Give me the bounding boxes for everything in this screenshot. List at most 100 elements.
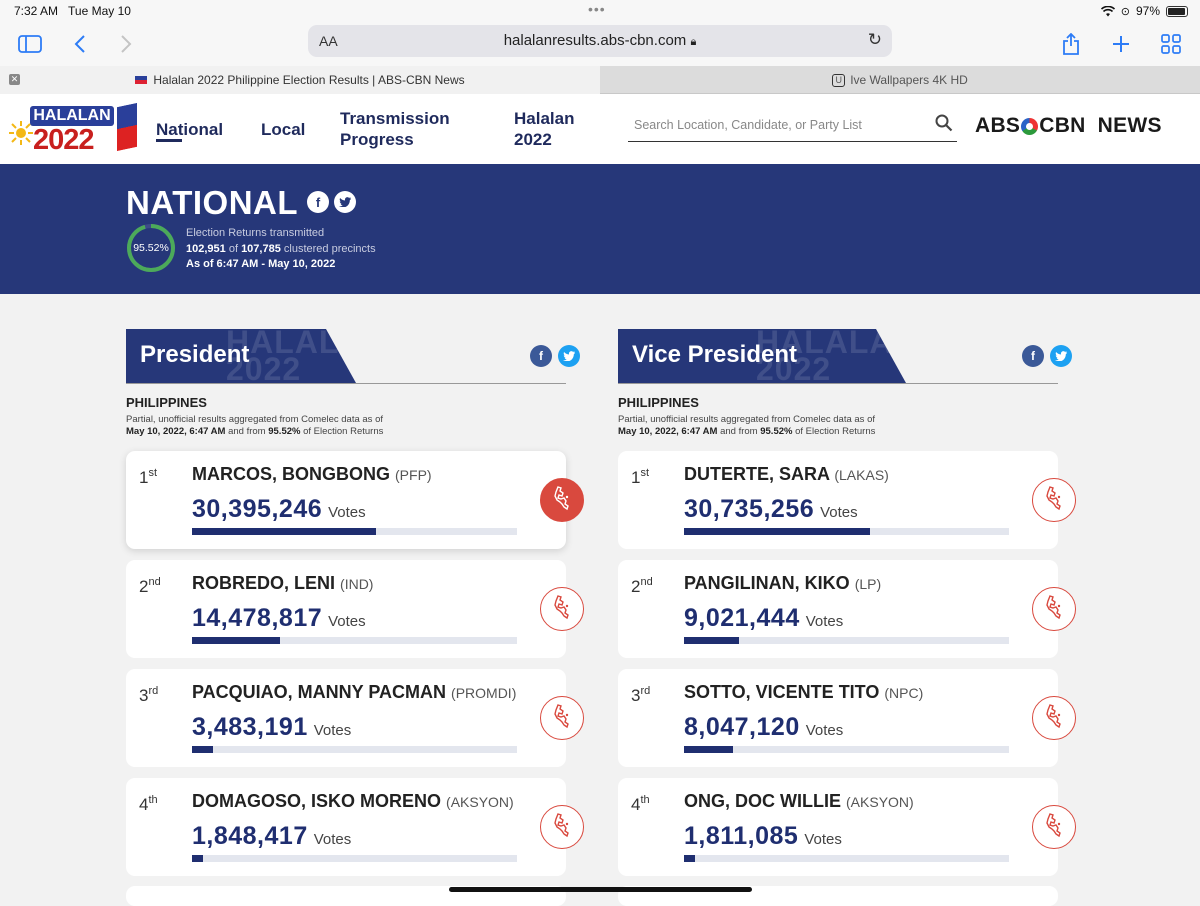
candidate-rank: 2nd bbox=[631, 576, 653, 596]
candidate-card[interactable]: 3rd PACQUIAO, MANNY PACMAN (PROMDI) 3,483,… bbox=[126, 669, 584, 767]
back-icon[interactable] bbox=[66, 30, 94, 58]
president-panel: HALALAN 2022 President f PHILIPPINES Par… bbox=[126, 329, 584, 876]
vote-share-fill bbox=[192, 637, 280, 644]
vote-share-fill bbox=[192, 855, 204, 862]
nav-halalan-2022[interactable]: Halalan 2022 bbox=[514, 94, 589, 164]
transmission-timestamp: As of 6:47 AM - May 10, 2022 bbox=[186, 258, 336, 270]
candidate-name: DOMAGOSO, ISKO MORENO (AKSYON) bbox=[192, 791, 514, 811]
close-tab-icon[interactable]: ✕ bbox=[9, 74, 20, 85]
home-indicator[interactable] bbox=[449, 887, 752, 892]
results-note: Partial, unofficial results aggregated f… bbox=[618, 414, 876, 437]
candidate-rank: 4th bbox=[139, 794, 158, 814]
new-tab-icon[interactable] bbox=[1107, 30, 1135, 58]
panel-title-tab: HALALAN 2022 President bbox=[126, 329, 356, 383]
vote-share-fill bbox=[684, 855, 696, 862]
candidate-party: (AKSYON) bbox=[446, 794, 514, 810]
logo-halalan-text: HALALAN bbox=[30, 106, 114, 126]
candidate-votes: 3,483,191 Votes bbox=[192, 713, 352, 741]
regional-map-button[interactable] bbox=[1032, 805, 1076, 849]
candidate-rank: 3rd bbox=[139, 685, 159, 705]
vote-share-bar bbox=[192, 528, 517, 535]
candidate-name: ONG, DOC WILLIE (AKSYON) bbox=[684, 791, 914, 811]
candidate-rank: 1st bbox=[139, 467, 158, 487]
candidate-card[interactable]: 2nd ROBREDO, LENI (IND) 14,478,817 Votes bbox=[126, 560, 584, 658]
site-header: HALALAN 2022 National Local Transmission… bbox=[0, 94, 1200, 164]
reload-icon[interactable]: ↻ bbox=[868, 30, 882, 50]
candidate-rank: 1st bbox=[631, 467, 650, 487]
candidate-card[interactable]: 3rd SOTTO, VICENTE TITO (NPC) 8,047,120 Vot… bbox=[618, 669, 1076, 767]
regional-map-button[interactable] bbox=[1032, 696, 1076, 740]
regional-map-button[interactable] bbox=[540, 805, 584, 849]
search-box bbox=[628, 112, 957, 142]
halalan-logo[interactable]: HALALAN 2022 bbox=[8, 101, 140, 158]
share-icon[interactable] bbox=[1057, 30, 1085, 58]
address-bar[interactable]: AA halalanresults.abs-cbn.com 🔒︎ ↻ bbox=[308, 25, 892, 57]
status-right: ⊙ 97% bbox=[1100, 4, 1188, 18]
brand-cbn: CBN bbox=[1039, 114, 1086, 137]
tab-halalan[interactable]: ✕ Halalan 2022 Philippine Election Resul… bbox=[0, 66, 600, 94]
url-text[interactable]: halalanresults.abs-cbn.com 🔒︎ bbox=[308, 32, 892, 49]
vote-share-bar bbox=[684, 637, 1009, 644]
twitter-share-icon[interactable] bbox=[1050, 345, 1072, 367]
transmission-info: Election Returns transmitted 102,951 of … bbox=[186, 226, 376, 273]
vote-share-fill bbox=[192, 528, 376, 535]
vote-share-bar bbox=[192, 746, 517, 753]
candidate-name: MARCOS, BONGBONG (PFP) bbox=[192, 464, 432, 484]
transmission-label: Election Returns transmitted bbox=[186, 227, 325, 239]
regional-map-button[interactable] bbox=[1032, 587, 1076, 631]
abs-cbn-news-logo[interactable]: ABS CBN NEWS bbox=[975, 114, 1162, 138]
candidate-rank: 4th bbox=[631, 794, 650, 814]
tab-overview-icon[interactable] bbox=[1157, 30, 1185, 58]
facebook-share-icon[interactable]: f bbox=[307, 191, 329, 213]
panel-title: Vice President bbox=[632, 341, 797, 368]
facebook-share-icon[interactable]: f bbox=[1022, 345, 1044, 367]
candidate-party: (AKSYON) bbox=[846, 794, 914, 810]
regional-map-button[interactable] bbox=[540, 478, 584, 522]
sidebar-toggle-icon[interactable] bbox=[16, 30, 44, 58]
national-banner: NATIONAL f 95.52% Election Returns trans… bbox=[0, 164, 1200, 294]
candidate-card[interactable]: 4th ONG, DOC WILLIE (AKSYON) 1,811,085 Vote… bbox=[618, 778, 1076, 876]
panel-header: HALALAN 2022 Vice President f bbox=[618, 329, 1072, 384]
candidate-card[interactable]: 1st MARCOS, BONGBONG (PFP) 30,395,246 Votes bbox=[126, 451, 584, 549]
regional-map-button[interactable] bbox=[540, 587, 584, 631]
flag-favicon-icon bbox=[135, 76, 148, 84]
vote-share-bar bbox=[684, 746, 1009, 753]
nav-transmission-progress[interactable]: Transmission Progress bbox=[340, 94, 470, 164]
panel-title-tab: HALALAN 2022 Vice President bbox=[618, 329, 906, 383]
candidate-votes: 1,848,417 Votes bbox=[192, 822, 352, 850]
search-icon[interactable] bbox=[935, 114, 953, 132]
twitter-share-icon[interactable] bbox=[558, 345, 580, 367]
multitask-dots-icon[interactable]: ••• bbox=[588, 1, 606, 17]
region-label: PHILIPPINES bbox=[126, 395, 207, 410]
facebook-share-icon[interactable]: f bbox=[530, 345, 552, 367]
vote-share-fill bbox=[684, 528, 870, 535]
regional-map-button[interactable] bbox=[1032, 478, 1076, 522]
philippines-map-icon bbox=[1044, 703, 1064, 734]
browser-tabs: ✕ Halalan 2022 Philippine Election Resul… bbox=[0, 66, 1200, 94]
candidate-name: DUTERTE, SARA (LAKAS) bbox=[684, 464, 889, 484]
candidate-party: (PROMDI) bbox=[451, 685, 517, 701]
nav-local[interactable]: Local bbox=[261, 94, 305, 164]
twitter-share-icon[interactable] bbox=[334, 191, 356, 213]
candidate-card[interactable]: 4th DOMAGOSO, ISKO MORENO (AKSYON) 1,848,4… bbox=[126, 778, 584, 876]
vote-share-bar bbox=[684, 855, 1009, 862]
transmission-percent: 95.52% bbox=[133, 242, 169, 254]
brand-news: NEWS bbox=[1097, 114, 1162, 137]
candidate-rank: 2nd bbox=[139, 576, 161, 596]
philippines-map-icon bbox=[1044, 485, 1064, 516]
candidate-party: (LP) bbox=[854, 576, 882, 592]
search-input[interactable] bbox=[634, 118, 914, 132]
candidate-name: PANGILINAN, KIKO (LP) bbox=[684, 573, 882, 593]
tab-wallpapers[interactable]: U Ive Wallpapers 4K HD bbox=[600, 66, 1200, 94]
vote-share-fill bbox=[684, 637, 739, 644]
regional-map-button[interactable] bbox=[540, 696, 584, 740]
candidate-card[interactable]: 1st DUTERTE, SARA (LAKAS) 30,735,256 Votes bbox=[618, 451, 1076, 549]
tab-title: Halalan 2022 Philippine Election Results… bbox=[153, 73, 465, 87]
candidate-card[interactable]: 2nd PANGILINAN, KIKO (LP) 9,021,444 Votes bbox=[618, 560, 1076, 658]
results-note: Partial, unofficial results aggregated f… bbox=[126, 414, 384, 437]
vote-share-bar bbox=[192, 855, 517, 862]
nav-national[interactable]: National bbox=[156, 94, 223, 164]
philippines-map-icon bbox=[552, 703, 572, 734]
forward-icon[interactable] bbox=[112, 30, 140, 58]
candidate-votes: 1,811,085 Votes bbox=[684, 822, 842, 850]
